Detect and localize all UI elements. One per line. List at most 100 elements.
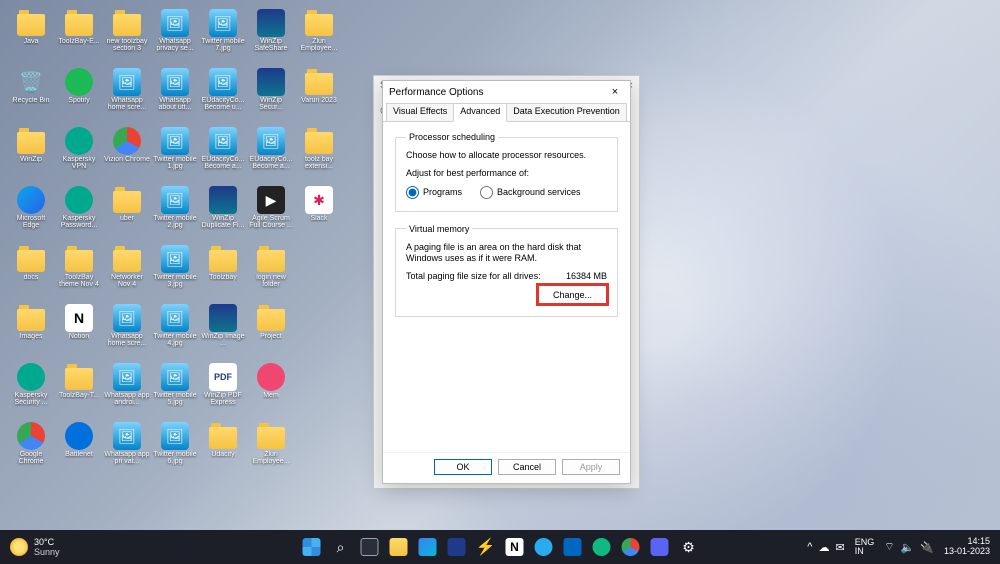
taskbar-app-1[interactable] [444, 534, 470, 560]
desktop-icon[interactable]: 🖼Whatsapp home scre... [104, 303, 150, 361]
winamp-icon[interactable]: ⚡ [473, 534, 499, 560]
desktop-icon[interactable]: 🖼Twitter mobile 7.jpg [200, 8, 246, 66]
desktop-icon[interactable]: 🖼Twitter mobile 1.jpg [152, 126, 198, 184]
onedrive-icon[interactable]: ☁ [818, 541, 829, 554]
desktop-icon-label: Spotify [68, 97, 89, 104]
desktop-icon[interactable]: uber [104, 185, 150, 243]
desktop-icon[interactable]: 🖼EUdacityCo... Become u... [200, 67, 246, 125]
taskbar-app-3[interactable] [589, 534, 615, 560]
tab-visual-effects[interactable]: Visual Effects [386, 103, 454, 121]
virtual-memory-group: Virtual memory A paging file is an area … [395, 224, 618, 317]
desktop-icon[interactable]: Toolzbay [200, 244, 246, 302]
widgets-icon[interactable] [415, 534, 441, 560]
desktop-icon[interactable]: Kaspersky VPN [56, 126, 102, 184]
desktop-icon[interactable]: ToolzBay theme Nov 4 [56, 244, 102, 302]
desktop-icon[interactable]: 🖼Twitter mobile 2.jpg [152, 185, 198, 243]
desktop-icon-label: WinZip Image ... [200, 333, 246, 348]
desktop-icon[interactable]: WinZip Image ... [200, 303, 246, 361]
desktop-icon[interactable]: toolz bay extensi... [296, 126, 342, 184]
desktop-icon[interactable]: WinZip Secur... [248, 67, 294, 125]
desktop-icon[interactable]: Zluri Employee... [296, 8, 342, 66]
desktop-icon-label: WinZip [20, 156, 42, 163]
close-icon[interactable]: × [606, 86, 624, 98]
desktop-icon[interactable]: Battlenet [56, 421, 102, 479]
desktop-icon[interactable]: Zluri Employee... [248, 421, 294, 479]
desktop-icon[interactable]: Udacity [200, 421, 246, 479]
desktop-icon-label: Battlenet [65, 451, 93, 458]
desktop-icon[interactable]: ToolzBay-T... [56, 362, 102, 420]
desktop-icon[interactable]: 🖼Whatsapp privacy se... [152, 8, 198, 66]
desktop-icon[interactable]: Vizion Chrome [104, 126, 150, 184]
task-view-icon[interactable] [357, 534, 383, 560]
ok-button[interactable]: OK [434, 459, 492, 475]
desktop-icon[interactable]: 🖼Twitter mobile 3.jpg [152, 244, 198, 302]
desktop-icon[interactable]: WinZip SafeShare [248, 8, 294, 66]
settings-icon[interactable]: ⚙ [676, 534, 702, 560]
desktop-icon[interactable]: 🖼Whatsapp app androi... [104, 362, 150, 420]
desktop-icon[interactable]: 🖼Whatsapp home scre... [104, 67, 150, 125]
desktop-icon[interactable]: new toolzbay section 3 [104, 8, 150, 66]
dialog-title: Performance Options [389, 87, 484, 98]
discord-icon[interactable] [647, 534, 673, 560]
desktop-icon[interactable]: Spotify [56, 67, 102, 125]
notion-icon[interactable]: N [502, 534, 528, 560]
desktop-icon[interactable]: 🖼EUdacityCo... Become a... [200, 126, 246, 184]
desktop-icon[interactable]: ✱Slack [296, 185, 342, 243]
desktop-icon[interactable]: 🖼Twitter mobile 4.jpg [152, 303, 198, 361]
chevron-up-icon[interactable]: ^ [807, 541, 812, 553]
change-button[interactable]: Change... [538, 285, 607, 304]
start-icon[interactable] [299, 534, 325, 560]
desktop-icon[interactable]: Project [248, 303, 294, 361]
tab-dep[interactable]: Data Execution Prevention [506, 103, 627, 121]
desktop-icon[interactable]: 🖼Twitter mobile 6.jpg [152, 421, 198, 479]
desktop-icon[interactable]: WinZip Duplicate Fi... [200, 185, 246, 243]
radio-background-services[interactable]: Background services [480, 186, 581, 199]
telegram-icon[interactable] [531, 534, 557, 560]
desktop-icon[interactable]: Microsoft Edge [8, 185, 54, 243]
desktop-icon[interactable]: Google Chrome [8, 421, 54, 479]
cancel-button[interactable]: Cancel [498, 459, 556, 475]
desktop-icon-label: Varun 2023 [301, 97, 337, 104]
clock-date[interactable]: 13-01-2023 [944, 547, 990, 557]
dialog-tabs: Visual Effects Advanced Data Execution P… [383, 103, 630, 122]
desktop-icon-label: Whatsapp home scre... [104, 97, 150, 112]
desktop-icon[interactable]: Mem [248, 362, 294, 420]
desktop-icon[interactable]: WinZip [8, 126, 54, 184]
desktop-icon[interactable]: Images [8, 303, 54, 361]
notification-icon[interactable]: ✉ [835, 541, 844, 554]
system-tray: ^ ☁ ✉ ENG IN ⌔ 🔈 🔌 14:15 13-01-2023 [807, 537, 1000, 557]
wifi-icon[interactable]: ⌔ [884, 540, 894, 554]
desktop-icon[interactable]: PDFWinZip PDF Express [200, 362, 246, 420]
desktop-icon[interactable]: 🗑️Recycle Bin [8, 67, 54, 125]
desktop-icon[interactable]: ▶Agile Scrum Full Course ... [248, 185, 294, 243]
desktop-icon[interactable]: Varun 2023 [296, 67, 342, 125]
battery-icon[interactable]: 🔌 [920, 541, 934, 554]
paging-total-value: 16384 MB [566, 271, 607, 281]
desktop-icon[interactable]: ToolzBay-E... [56, 8, 102, 66]
search-icon[interactable]: ⌕ [328, 534, 354, 560]
desktop-icon[interactable]: 🖼Twitter mobile 5.jpg [152, 362, 198, 420]
lang-2[interactable]: IN [855, 547, 875, 556]
tab-advanced[interactable]: Advanced [453, 103, 507, 122]
dialog-button-bar: OK Cancel Apply [383, 452, 630, 483]
desktop-icon[interactable]: 🖼Whatsapp app pri vat... [104, 421, 150, 479]
taskbar-app-2[interactable] [560, 534, 586, 560]
explorer-icon[interactable] [386, 534, 412, 560]
desktop-icon[interactable]: docs [8, 244, 54, 302]
desktop-icon[interactable]: login new folder [248, 244, 294, 302]
desktop-icon[interactable]: Kaspersky Security ... [8, 362, 54, 420]
apply-button[interactable]: Apply [562, 459, 620, 475]
desktop-icon-label: Kaspersky Security ... [8, 392, 54, 407]
processor-scheduling-desc: Choose how to allocate processor resourc… [406, 150, 607, 162]
desktop-icon[interactable]: 🖼EUdacityCo... Become a... [248, 126, 294, 184]
weather-widget[interactable]: 30°C Sunny [0, 537, 70, 557]
chrome-icon[interactable] [618, 534, 644, 560]
desktop-icon[interactable]: NNotion [56, 303, 102, 361]
radio-programs[interactable]: Programs [406, 186, 462, 199]
desktop-icon[interactable]: Java [8, 8, 54, 66]
desktop-icon[interactable]: Networker Nov 4 [104, 244, 150, 302]
desktop-icon[interactable]: Kaspersky Password... [56, 185, 102, 243]
volume-icon[interactable]: 🔈 [901, 541, 915, 554]
desktop-icon-label: Project [260, 333, 282, 340]
desktop-icon[interactable]: 🖼Whatsapp about utt... [152, 67, 198, 125]
